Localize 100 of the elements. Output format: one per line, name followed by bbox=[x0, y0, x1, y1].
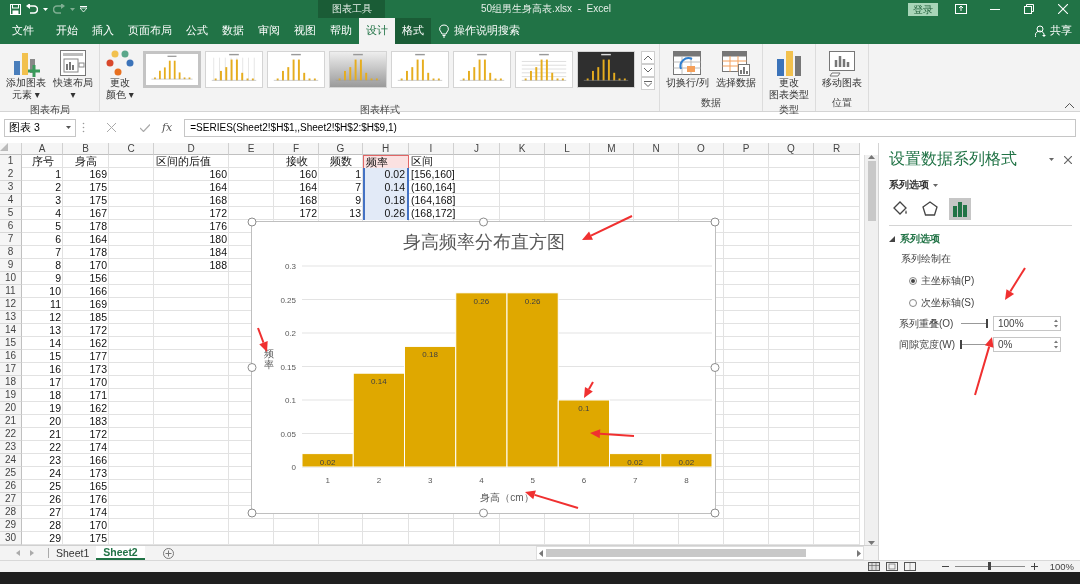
zoom-slider-thumb[interactable] bbox=[988, 562, 992, 570]
ribbon-button[interactable]: 添加图表 元素 ▾ bbox=[4, 47, 48, 103]
chart-style-thumbnail[interactable] bbox=[515, 51, 573, 88]
histogram-bar[interactable] bbox=[352, 372, 405, 468]
dropdown-icon[interactable] bbox=[66, 126, 71, 129]
column-header[interactable]: R bbox=[814, 143, 860, 155]
row-header[interactable]: 12 bbox=[0, 298, 22, 311]
row-header[interactable]: 24 bbox=[0, 454, 22, 467]
chart-style-thumbnail[interactable] bbox=[205, 51, 263, 88]
chart-style-thumbnail[interactable] bbox=[453, 51, 511, 88]
row-header[interactable]: 4 bbox=[0, 194, 22, 207]
column-header[interactable]: I bbox=[409, 143, 454, 155]
row-header[interactable]: 15 bbox=[0, 337, 22, 350]
ribbon-tab[interactable]: 公式 bbox=[179, 18, 215, 44]
histogram-bar[interactable] bbox=[660, 453, 713, 468]
column-header[interactable]: E bbox=[229, 143, 274, 155]
ribbon-button[interactable]: 移动图表 bbox=[819, 47, 864, 91]
scroll-left-icon[interactable] bbox=[539, 549, 543, 557]
tell-me-search[interactable]: 操作说明搜索 bbox=[454, 24, 520, 38]
chart-style-thumbnail[interactable] bbox=[391, 51, 449, 88]
column-header[interactable]: K bbox=[500, 143, 545, 155]
restore-icon[interactable] bbox=[1024, 4, 1034, 14]
column-header[interactable]: M bbox=[590, 143, 634, 155]
histogram-bar[interactable] bbox=[609, 453, 662, 468]
chart-style-thumbnail[interactable] bbox=[143, 51, 201, 88]
row-header[interactable]: 1 bbox=[0, 155, 22, 169]
ribbon-tab[interactable]: 帮助 bbox=[323, 18, 359, 44]
row-header[interactable]: 17 bbox=[0, 363, 22, 376]
zoom-out-icon[interactable] bbox=[941, 563, 949, 570]
dropdown-icon[interactable] bbox=[1049, 158, 1054, 161]
scroll-right-icon[interactable] bbox=[857, 549, 861, 557]
redo-icon[interactable] bbox=[53, 4, 65, 14]
radio-label[interactable]: 主坐标轴(P) bbox=[921, 274, 975, 288]
zoom-level[interactable]: 100% bbox=[1049, 561, 1074, 572]
ribbon-tab[interactable]: 开始 bbox=[49, 18, 85, 44]
series-options-dropdown[interactable]: 系列选项 bbox=[889, 178, 938, 192]
ribbon-tab[interactable]: 设计 bbox=[359, 18, 395, 44]
row-header[interactable]: 20 bbox=[0, 402, 22, 415]
row-header[interactable]: 25 bbox=[0, 467, 22, 480]
row-header[interactable]: 19 bbox=[0, 389, 22, 402]
vertical-scrollbar[interactable] bbox=[864, 155, 878, 545]
histogram-bar[interactable] bbox=[404, 345, 457, 468]
ribbon-tab[interactable]: 插入 bbox=[85, 18, 121, 44]
ribbon-tab[interactable]: 格式 bbox=[395, 18, 431, 44]
radio-button[interactable] bbox=[909, 277, 917, 285]
ribbon-button[interactable]: 切换行/列 bbox=[664, 47, 711, 91]
horizontal-scrollbar[interactable] bbox=[536, 546, 864, 560]
column-header[interactable]: Q bbox=[769, 143, 814, 155]
resize-handle[interactable] bbox=[479, 508, 488, 518]
column-header[interactable]: J bbox=[454, 143, 500, 155]
ribbon-tab[interactable]: 数据 bbox=[215, 18, 251, 44]
next-sheet-icon[interactable] bbox=[30, 550, 34, 556]
row-header[interactable]: 5 bbox=[0, 207, 22, 220]
row-header[interactable]: 26 bbox=[0, 480, 22, 493]
resize-handle[interactable] bbox=[247, 508, 257, 518]
page-layout-icon[interactable] bbox=[885, 562, 898, 571]
resize-handle[interactable] bbox=[710, 508, 720, 518]
row-header[interactable]: 16 bbox=[0, 350, 22, 363]
ribbon-button[interactable]: 更改 图表类型 bbox=[766, 47, 811, 103]
customize-toolbar-icon[interactable] bbox=[80, 6, 87, 12]
row-header[interactable]: 30 bbox=[0, 532, 22, 545]
row-header[interactable]: 14 bbox=[0, 324, 22, 337]
share-button[interactable]: 共享 bbox=[1050, 24, 1072, 38]
zoom-in-icon[interactable] bbox=[1030, 563, 1038, 570]
lightbulb-icon[interactable] bbox=[439, 24, 449, 38]
section-header[interactable]: 系列选项 bbox=[889, 232, 940, 246]
add-sheet-icon[interactable] bbox=[162, 547, 174, 559]
histogram-chart[interactable]: 0 0.05 0.1 0.15 0.2 0.25 0.3 0.02 0.14 0.18 0.26 0.26 0.1 0.02 0.02 1 2 3 4 5 6 7 8 身高频率分布直方图 身高（cm） 频率 bbox=[252, 222, 715, 513]
resize-handle[interactable] bbox=[247, 217, 257, 227]
spin-field[interactable]: 0% bbox=[993, 337, 1061, 352]
sign-in-button[interactable]: 登录 bbox=[908, 2, 938, 16]
column-header[interactable]: G bbox=[319, 143, 363, 155]
row-header[interactable]: 28 bbox=[0, 506, 22, 519]
column-header[interactable]: F bbox=[274, 143, 319, 155]
row-header[interactable]: 3 bbox=[0, 181, 22, 194]
radio-label[interactable]: 次坐标轴(S) bbox=[921, 296, 975, 310]
row-header[interactable]: 23 bbox=[0, 441, 22, 454]
chart-style-thumbnail[interactable] bbox=[577, 51, 635, 88]
cancel-icon[interactable] bbox=[107, 123, 116, 132]
radio-button[interactable] bbox=[909, 299, 917, 307]
row-header[interactable]: 13 bbox=[0, 311, 22, 324]
spin-field[interactable]: 100% bbox=[993, 316, 1061, 331]
column-header[interactable]: O bbox=[679, 143, 724, 155]
row-header[interactable]: 8 bbox=[0, 246, 22, 259]
undo-icon[interactable] bbox=[26, 4, 38, 14]
row-header[interactable]: 22 bbox=[0, 428, 22, 441]
spin-arrows-icon[interactable] bbox=[1054, 319, 1058, 328]
ribbon-tab[interactable]: 页面布局 bbox=[121, 18, 179, 44]
row-header[interactable]: 10 bbox=[0, 272, 22, 285]
page-break-icon[interactable] bbox=[903, 562, 916, 571]
row-header[interactable]: 6 bbox=[0, 220, 22, 233]
row-header[interactable]: 27 bbox=[0, 493, 22, 506]
row-header[interactable]: 11 bbox=[0, 285, 22, 298]
column-header[interactable]: B bbox=[63, 143, 109, 155]
chart-style-thumbnail[interactable] bbox=[329, 51, 387, 88]
caret-icon[interactable] bbox=[70, 7, 75, 11]
row-header[interactable]: 29 bbox=[0, 519, 22, 532]
ribbon-tab[interactable]: 视图 bbox=[287, 18, 323, 44]
scrollbar-thumb[interactable] bbox=[867, 161, 876, 221]
enter-icon[interactable] bbox=[140, 123, 150, 132]
